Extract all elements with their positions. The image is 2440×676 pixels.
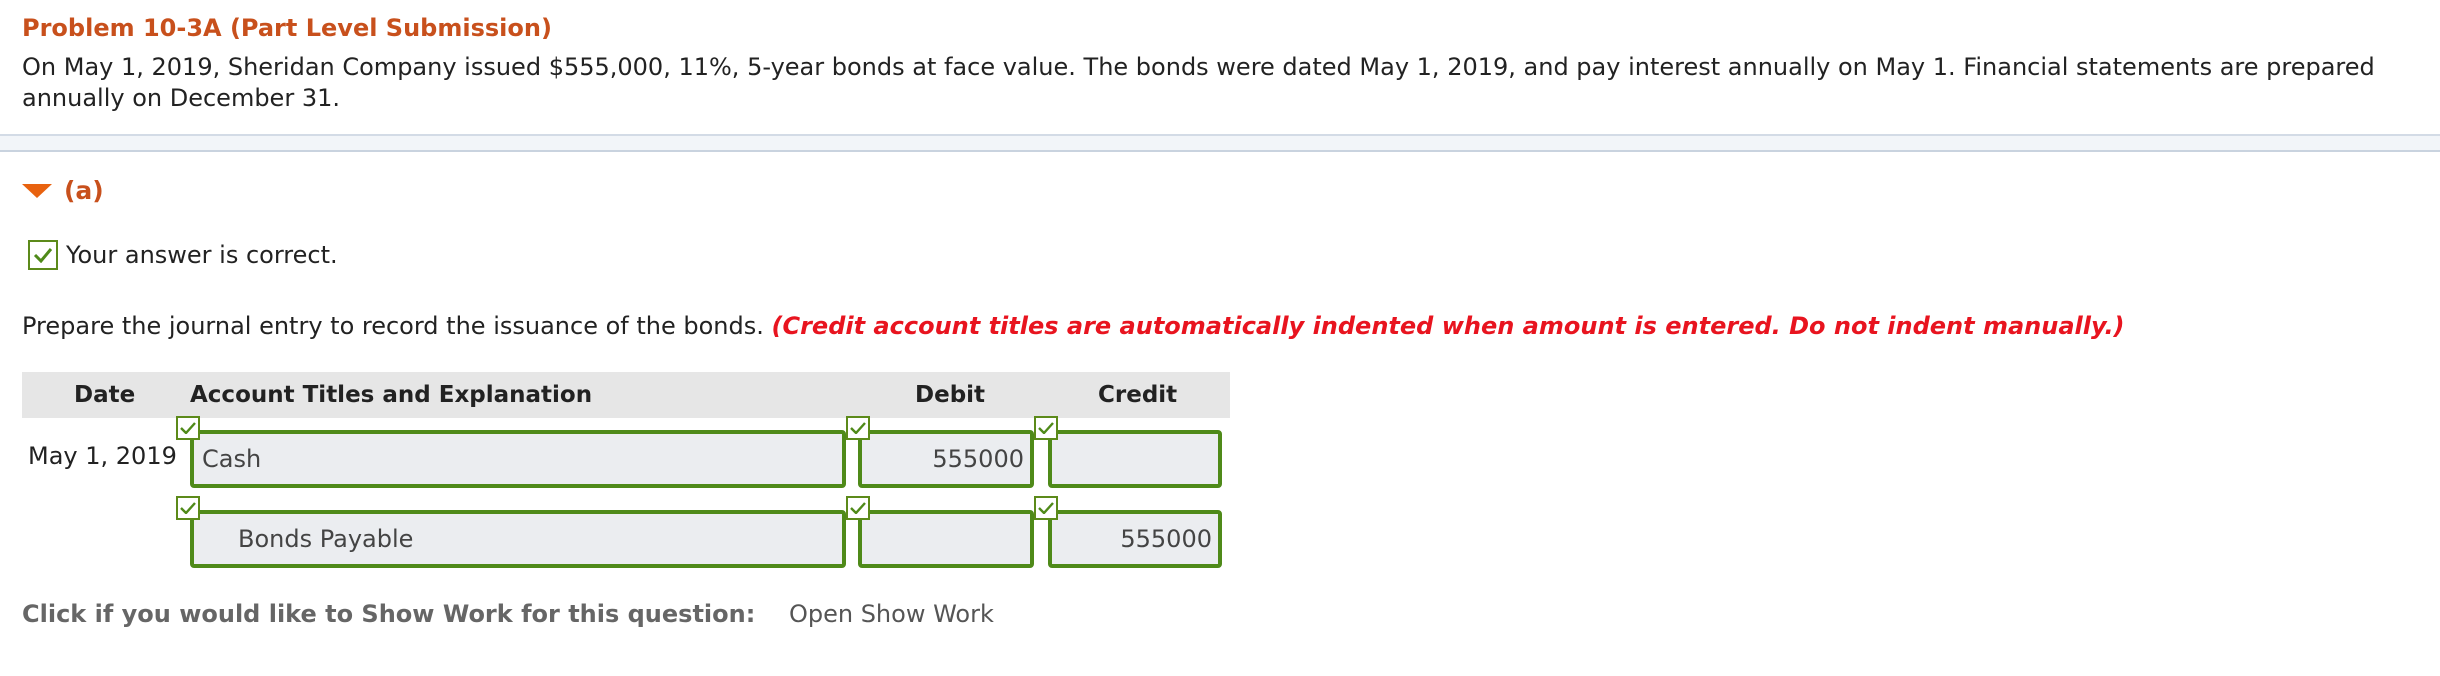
row-2-debit-check-icon <box>846 496 870 520</box>
row-1-account-check-icon <box>176 416 200 440</box>
part-a-toggle[interactable]: (a) <box>22 176 104 205</box>
open-show-work-link[interactable]: Open Show Work <box>789 600 994 628</box>
row-2-account-input[interactable]: Bonds Payable <box>190 510 846 568</box>
row-2-debit-input[interactable] <box>858 510 1034 568</box>
problem-text: On May 1, 2019, Sheridan Company issued … <box>22 53 2375 112</box>
instruction: Prepare the journal entry to record the … <box>22 312 2125 340</box>
section-divider <box>0 136 2440 152</box>
show-work-section: Click if you would like to Show Work for… <box>22 600 994 628</box>
row-1-debit-input[interactable]: 555000 <box>858 430 1034 488</box>
row-2-account-check-icon <box>176 496 200 520</box>
triangle-down-icon <box>22 183 52 198</box>
header-account: Account Titles and Explanation <box>190 382 593 408</box>
show-work-label: Click if you would like to Show Work for… <box>22 600 756 628</box>
header-credit: Credit <box>1098 382 1178 408</box>
status-text: Your answer is correct. <box>66 241 338 269</box>
instruction-text: Prepare the journal entry to record the … <box>22 312 764 340</box>
journal-table-header: Date Account Titles and Explanation Debi… <box>22 372 1230 418</box>
row-1-date: May 1, 2019 <box>28 442 177 470</box>
row-1-account-input[interactable]: Cash <box>190 430 846 488</box>
header-date: Date <box>74 382 136 408</box>
answer-status: Your answer is correct. <box>28 240 338 270</box>
problem-header: Problem 10-3A (Part Level Submission) On… <box>0 0 2440 136</box>
header-debit: Debit <box>915 382 986 408</box>
row-1-credit-input[interactable] <box>1048 430 1222 488</box>
row-1-credit-check-icon <box>1034 416 1058 440</box>
check-icon <box>28 240 58 270</box>
part-label: (a) <box>64 176 104 205</box>
row-2-credit-check-icon <box>1034 496 1058 520</box>
instruction-note: (Credit account titles are automatically… <box>771 312 2125 340</box>
row-2-credit-input[interactable]: 555000 <box>1048 510 1222 568</box>
row-1-debit-check-icon <box>846 416 870 440</box>
problem-title: Problem 10-3A (Part Level Submission) <box>22 14 552 42</box>
